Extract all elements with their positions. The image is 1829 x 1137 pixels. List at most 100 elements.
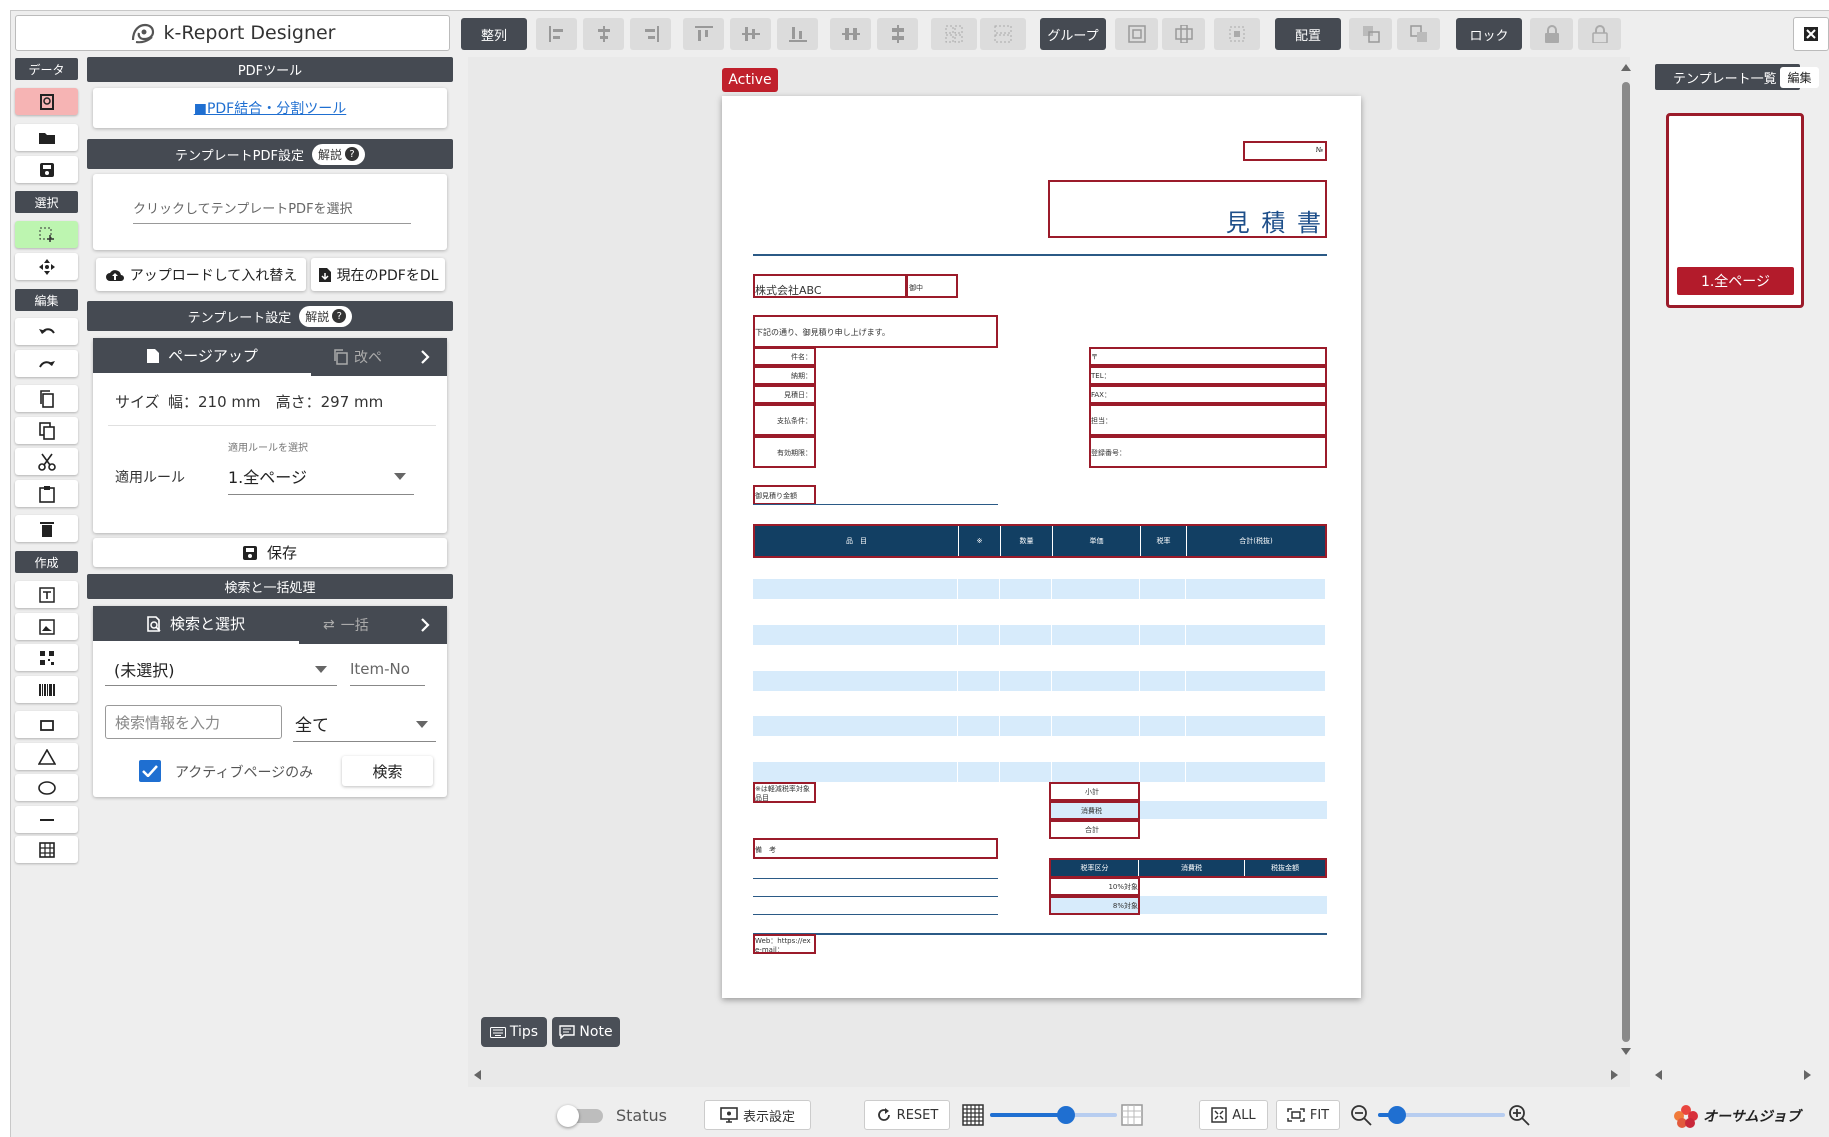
pdf-merge-split-link[interactable]: ■PDF結合・分割ツール [194,98,347,118]
table-row[interactable] [753,579,1325,599]
tips-button[interactable]: Tips [481,1017,547,1047]
group-button[interactable]: グループ [1040,18,1106,50]
undo-button[interactable] [15,318,78,345]
fit-all-button[interactable]: ALL [1199,1100,1268,1130]
add-barcode-button[interactable] [15,676,78,703]
tab-search-select[interactable]: 検索と選択 [93,606,299,644]
scope-select[interactable]: 全て [293,705,436,742]
add-text-button[interactable] [15,581,78,608]
template-page[interactable]: № 見 積 書 株式会社ABC 御中 下記の通り、御見積り申し上げます。 件名：… [722,96,1361,998]
template-settings-help-button[interactable]: 解説? [299,305,353,327]
align-top-icon[interactable] [683,18,724,50]
select-area-button[interactable] [15,221,78,248]
opacity-slider[interactable] [990,1105,1117,1125]
copy-button[interactable] [15,385,78,412]
remarks-box[interactable]: 備 考 [753,838,998,859]
items-table-header[interactable]: 品 目 ※ 数量 単価 税率 合計(税抜) [753,524,1327,558]
template-list-scrollbar[interactable] [1653,1068,1813,1082]
open-folder-button[interactable] [15,124,78,151]
intro-box[interactable]: 下記の通り、御見積り申し上げます。 [753,315,998,348]
tab-page-break[interactable]: 改ペ [333,338,393,376]
field-staff[interactable]: 担当： [1089,404,1327,436]
zoom-out-icon[interactable] [1350,1104,1372,1126]
amount-box[interactable]: 御見積り金額 [753,485,816,505]
reduced-tax-note-box[interactable]: ※は軽減税率対象品目 [753,782,816,803]
table-row[interactable] [753,716,1325,736]
tax-row-10[interactable]: 10%対象 [1049,877,1140,896]
unlock-icon[interactable] [1578,18,1621,50]
status-toggle[interactable] [557,1105,607,1127]
template-pdf-help-button[interactable]: 解説? [311,143,365,165]
distribute-horizontal-icon[interactable] [830,18,871,50]
template-edit-button[interactable]: 編集 [1780,67,1819,88]
note-button[interactable]: Note [552,1017,620,1047]
tax-row-8[interactable]: 8%対象 [1049,896,1140,915]
field-select[interactable]: (未選択) [105,652,337,686]
download-pdf-button[interactable]: 現在のPDFをDL [311,258,445,291]
field-registration[interactable]: 登録番号： [1089,436,1327,468]
align-left-icon[interactable] [536,18,577,50]
table-row[interactable] [753,625,1325,645]
field-tel[interactable]: TEL： [1089,366,1327,385]
reset-button[interactable]: RESET [864,1100,950,1130]
distribute-vertical-icon[interactable] [877,18,918,50]
duplicate-button[interactable] [15,417,78,444]
doc-number-box[interactable]: № [1243,141,1327,161]
subtotal-box[interactable]: 小計 [1049,782,1140,801]
contact-box[interactable]: Web：https://ex e-mail： [753,934,816,954]
group-icon[interactable] [1115,18,1158,50]
zoom-in-icon[interactable] [1508,1104,1530,1126]
bring-front-icon[interactable] [1349,18,1392,50]
field-subject[interactable]: 件名： [753,347,816,366]
tax-box[interactable]: 消費税 [1049,801,1140,820]
delete-button[interactable] [15,515,78,542]
search-input[interactable]: 検索情報を入力 [105,705,282,739]
zoom-slider[interactable] [1378,1105,1505,1125]
opacity-thumb[interactable] [1057,1106,1076,1124]
field-delivery[interactable]: 納期： [753,366,816,385]
total-box[interactable]: 合計 [1049,820,1140,839]
tabs-next-button[interactable] [403,338,447,376]
close-button[interactable] [1793,17,1829,51]
fit-page-button[interactable]: FIT [1276,1100,1340,1130]
align-bottom-icon[interactable] [777,18,818,50]
search-tabs-next-button[interactable] [403,606,447,644]
item-no-field[interactable]: Item-No [350,652,425,686]
add-triangle-button[interactable] [15,743,78,770]
field-date[interactable]: 見積日： [753,385,816,404]
align-middle-icon[interactable] [730,18,771,50]
save-file-button[interactable] [15,156,78,183]
redo-button[interactable] [15,350,78,377]
template-thumbnail[interactable]: 1.全ページ [1666,113,1804,308]
template-save-button[interactable]: 保存 [93,538,447,567]
search-button[interactable]: 検索 [342,756,433,786]
equal-width-icon[interactable] [931,18,977,50]
align-button[interactable]: 整列 [461,18,527,50]
display-settings-button[interactable]: 表示設定 [704,1100,811,1130]
upload-replace-button[interactable]: アップロードして入れ替え [96,258,306,291]
ungroup-icon[interactable] [1162,18,1205,50]
align-right-icon[interactable] [630,18,671,50]
vertical-scroll-thumb[interactable] [1622,82,1630,1042]
cut-button[interactable] [15,448,78,475]
customer-box[interactable]: 株式会社ABC [753,274,908,298]
send-back-icon[interactable] [1397,18,1440,50]
add-rectangle-button[interactable] [15,711,78,738]
doc-title-box[interactable]: 見 積 書 [1048,180,1327,238]
template-pdf-picker[interactable]: クリックしてテンプレートPDFを選択 [133,198,411,224]
horizontal-scrollbar[interactable] [472,1068,1620,1082]
field-postal[interactable]: 〒 [1089,347,1327,366]
preview-button[interactable] [15,88,78,115]
tax-table-header[interactable]: 税率区分 消費税 税抜金額 [1049,858,1327,878]
tab-page-setup[interactable]: ページアップ [93,338,311,376]
equal-height-icon[interactable] [980,18,1026,50]
honorific-box[interactable]: 御中 [905,274,958,298]
lock-button[interactable]: ロック [1456,18,1522,50]
paste-button[interactable] [15,480,78,507]
table-row[interactable] [753,671,1325,691]
add-qrcode-button[interactable] [15,644,78,671]
active-only-checkbox[interactable] [139,760,161,782]
move-button[interactable] [15,253,78,280]
arrange-button[interactable]: 配置 [1275,18,1341,50]
select-group-icon[interactable] [1214,18,1260,50]
